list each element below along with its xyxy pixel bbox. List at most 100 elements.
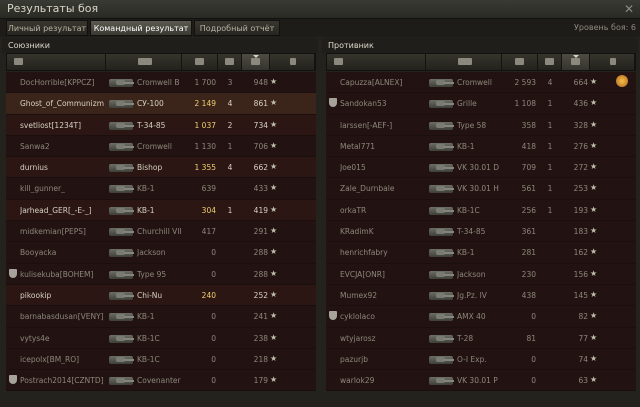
table-row[interactable]: Ghost_of_Communizm СУ-100 2 149 4 861 ★ <box>6 93 316 115</box>
tank-icon <box>429 308 454 324</box>
star-icon: ★ <box>270 289 278 299</box>
xp-value: 706 <box>253 141 268 151</box>
player-name[interactable]: durnius <box>20 163 120 172</box>
player-name[interactable]: vytys4e <box>20 334 120 343</box>
table-row[interactable]: kulisekuba[BOHEM] Type 95 0 288 ★ <box>6 263 316 285</box>
player-name[interactable]: icepolx[BM_RO] <box>20 355 120 364</box>
sort-frags-button[interactable] <box>538 54 562 70</box>
table-row[interactable]: KRadimK T-34-85 361 183 ★ <box>326 221 636 243</box>
sort-player-button[interactable] <box>327 54 426 70</box>
player-name[interactable]: Zale_Durnbale <box>340 184 440 193</box>
medal-icon <box>290 58 296 65</box>
player-name[interactable]: wtyjarosz <box>340 334 440 343</box>
table-row[interactable]: Jarhead_GER[_-E-_] KB-1 304 1 419 ★ <box>6 199 316 222</box>
table-row[interactable]: durnius Bishop 1 355 4 662 ★ <box>6 157 316 179</box>
table-row[interactable]: Sanwa2 Cromwell 1 130 1 706 ★ <box>6 135 316 158</box>
player-name[interactable]: cyklolaco <box>340 312 440 321</box>
tab-detailed-report[interactable]: Подробный отчёт <box>194 20 280 36</box>
player-name[interactable]: henrichfabry <box>340 248 440 257</box>
tab-personal-result[interactable]: Личный результат <box>6 20 88 36</box>
player-name[interactable]: DocHorrible[KPPCZ] <box>20 78 120 87</box>
player-name[interactable]: EVCJA[ONR] <box>340 270 440 279</box>
sort-damage-button[interactable] <box>502 54 538 70</box>
frags-value: 1 <box>547 184 553 194</box>
xp-value: 664 <box>573 78 588 87</box>
player-name[interactable]: Postrach2014[CZNTD] <box>20 376 120 385</box>
player-name[interactable]: Jarhead_GER[_-E-_] <box>20 206 120 215</box>
achievement-icon[interactable] <box>616 75 628 87</box>
star-icon: ★ <box>270 98 278 108</box>
xp-value: 291 <box>253 227 268 237</box>
damage-value: 1 355 <box>194 163 216 173</box>
sort-damage-button[interactable] <box>182 54 218 70</box>
table-row[interactable]: midkemian[PEPS] Churchill VII 417 291 ★ <box>6 221 316 243</box>
tank-icon <box>109 95 134 111</box>
tab-team-result[interactable]: Командный результат <box>90 20 192 36</box>
table-row[interactable]: pazurjb O-I Exp. 0 74 ★ <box>326 348 636 371</box>
star-icon: ★ <box>590 332 598 342</box>
player-name[interactable]: Booyacka <box>20 248 120 257</box>
damage-value: 1 108 <box>514 99 536 109</box>
player-name[interactable]: warlok29 <box>340 376 440 385</box>
player-name[interactable]: barnabasdusan[VENY] <box>20 312 120 321</box>
table-row[interactable]: pikookip Chi-Nu 240 252 ★ <box>6 284 316 307</box>
player-name[interactable]: Joe015 <box>340 163 440 172</box>
player-name[interactable]: midkemian[PEPS] <box>20 227 120 236</box>
player-name[interactable]: Sandokan53 <box>340 99 440 108</box>
sort-vehicle-button[interactable] <box>426 54 502 70</box>
table-row[interactable]: larssen[-AEF-] Type 58 358 1 328 ★ <box>326 114 636 136</box>
tank-icon <box>109 330 134 346</box>
sort-medal-button[interactable] <box>590 54 635 70</box>
xp-value: 193 <box>573 205 588 215</box>
player-name[interactable]: Metal771 <box>340 142 440 151</box>
player-name[interactable]: kill_gunner_ <box>20 184 120 193</box>
table-row[interactable]: barnabasdusan[VENY] KB-1 0 241 ★ <box>6 306 316 328</box>
player-name[interactable]: Capuzza[ALNEX] <box>340 78 440 87</box>
table-row[interactable]: icepolx[BM_RO] KB-1C 0 218 ★ <box>6 348 316 371</box>
table-row[interactable]: Metal771 KB-1 418 1 276 ★ <box>326 135 636 158</box>
player-name[interactable]: kulisekuba[BOHEM] <box>20 270 120 279</box>
table-row[interactable]: vytys4e KB-1C 0 238 ★ <box>6 327 316 349</box>
table-row[interactable]: warlok29 VK 30.01 P 0 63 ★ <box>326 370 636 392</box>
sort-xp-button[interactable] <box>242 54 270 70</box>
table-row[interactable]: Booyacka Jackson 0 288 ★ <box>6 242 316 264</box>
clan-icon <box>9 268 17 278</box>
damage-value: 0 <box>211 269 216 279</box>
table-row[interactable]: Postrach2014[CZNTD] Covenanter 0 179 ★ <box>6 370 316 392</box>
player-name[interactable]: Ghost_of_Communizm <box>20 99 120 108</box>
table-row[interactable]: Mumex92 Jg.Pz. IV 438 145 ★ <box>326 284 636 307</box>
tank-icon <box>458 58 472 65</box>
xp-value: 162 <box>573 248 588 258</box>
player-name[interactable]: svetliost[1234T] <box>20 121 120 130</box>
table-row[interactable]: orkaTR KB-1C 256 1 193 ★ <box>326 199 636 222</box>
player-name[interactable]: pazurjb <box>340 355 440 364</box>
table-row[interactable]: Joe015 VK 30.01 D 709 1 272 ★ <box>326 157 636 179</box>
sort-vehicle-button[interactable] <box>106 54 182 70</box>
sort-xp-button[interactable] <box>562 54 590 70</box>
sort-player-button[interactable] <box>7 54 106 70</box>
table-row[interactable]: DocHorrible[KPPCZ] Cromwell B1 700 3 948 ★ <box>6 72 316 94</box>
table-row[interactable]: cyklolaco AMX 40 0 82 ★ <box>326 306 636 328</box>
table-row[interactable]: Zale_Durnbale VK 30.01 H 561 1 253 ★ <box>326 178 636 200</box>
player-name[interactable]: KRadimK <box>340 227 440 236</box>
player-name[interactable]: larssen[-AEF-] <box>340 121 440 130</box>
table-row[interactable]: wtyjarosz T-28 81 77 ★ <box>326 327 636 349</box>
damage-value: 639 <box>201 184 216 194</box>
player-name[interactable]: Sanwa2 <box>20 142 120 151</box>
sort-frags-button[interactable] <box>218 54 242 70</box>
sort-medal-button[interactable] <box>270 54 315 70</box>
player-name[interactable]: orkaTR <box>340 206 440 215</box>
table-row[interactable]: svetliost[1234T] T-34-85 1 037 2 734 ★ <box>6 114 316 136</box>
allies-title: Союзники <box>2 38 318 53</box>
close-icon[interactable]: ✕ <box>622 2 636 16</box>
player-name[interactable]: Mumex92 <box>340 291 440 300</box>
table-row[interactable]: Sandokan53 Grille 1 108 1 436 ★ <box>326 93 636 115</box>
table-row[interactable]: kill_gunner_ KB-1 639 433 ★ <box>6 178 316 200</box>
damage-value: 1 130 <box>194 141 216 151</box>
star-icon: ★ <box>270 268 278 278</box>
xp-value: 156 <box>573 269 588 279</box>
player-name[interactable]: pikookip <box>20 291 120 300</box>
table-row[interactable]: Capuzza[ALNEX] Cromwell 2 593 4 664 ★ <box>326 72 636 94</box>
table-row[interactable]: henrichfabry KB-1 281 162 ★ <box>326 242 636 264</box>
table-row[interactable]: EVCJA[ONR] Jackson 230 156 ★ <box>326 263 636 285</box>
